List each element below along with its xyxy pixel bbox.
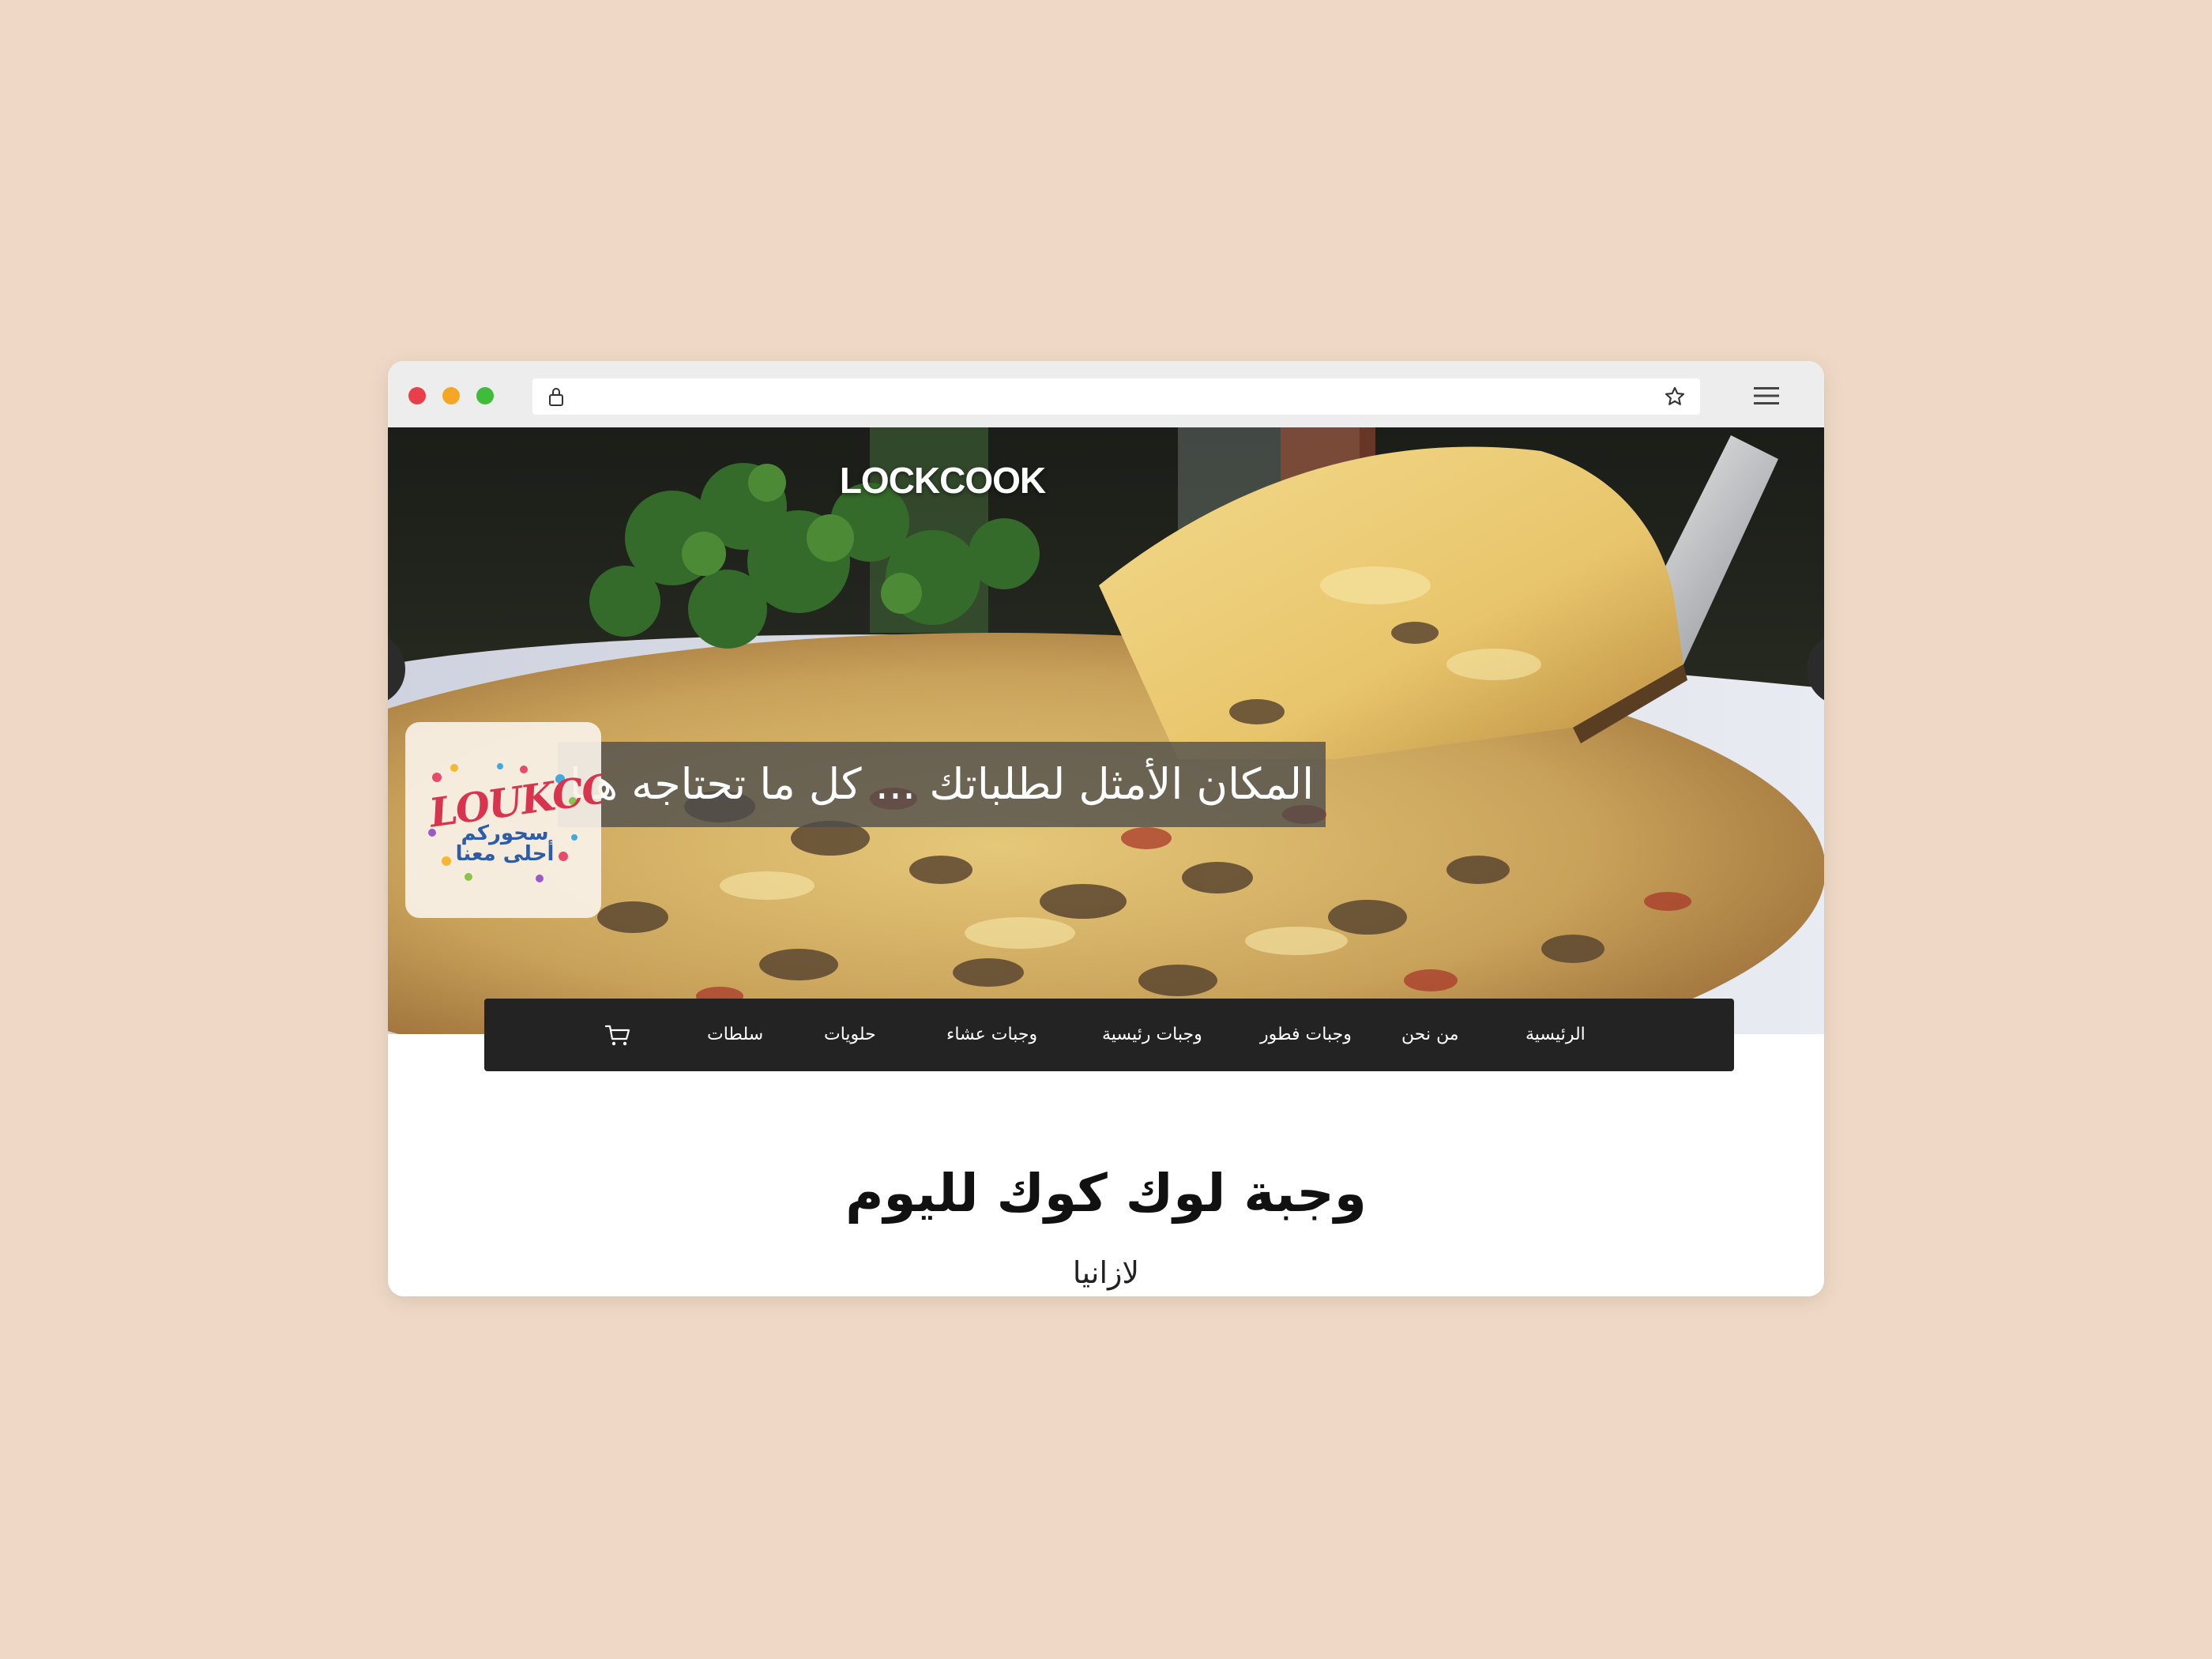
- cart-icon[interactable]: [604, 1023, 631, 1047]
- nav-item-breakfast[interactable]: وجبات فطور: [1260, 999, 1352, 1071]
- minimize-window-button[interactable]: [442, 387, 460, 404]
- hero-food-image: [388, 427, 1824, 1034]
- logo-slogan-line1: سحوركم: [461, 822, 549, 845]
- nav-item-about[interactable]: من نحن: [1401, 999, 1459, 1071]
- dish-of-day-name[interactable]: لازانيا: [388, 1255, 1824, 1290]
- nav-item-home[interactable]: الرئيسية: [1525, 999, 1586, 1071]
- browser-window: LOCKCOOK المكان الأمثل لطلباتك ... كل ما…: [388, 361, 1824, 1296]
- lock-icon: [549, 388, 563, 406]
- logo-slogan: سحوركم أحلى معنا: [442, 823, 568, 864]
- dish-of-day-heading: وجبة لوك كوك لليوم: [845, 1163, 1367, 1224]
- address-bar[interactable]: [532, 378, 1700, 415]
- hero-tagline: المكان الأمثل لطلباتك ... كل ما تحتاجه ه…: [558, 742, 1326, 827]
- close-window-button[interactable]: [408, 387, 426, 404]
- logo-slogan-line2: أحلى معنا: [455, 842, 555, 866]
- menu-icon[interactable]: [1752, 385, 1781, 407]
- nav-item-desserts[interactable]: حلويات: [824, 999, 876, 1071]
- browser-titlebar: [388, 361, 1824, 427]
- site-logo[interactable]: LOUKCOOK سحوركم أحلى معنا: [405, 722, 601, 918]
- star-icon[interactable]: [1664, 386, 1686, 408]
- maximize-window-button[interactable]: [476, 387, 494, 404]
- site-brand[interactable]: LOCKCOOK: [830, 459, 1055, 502]
- main-navigation: الرئيسية من نحن وجبات فطور وجبات رئيسية …: [484, 999, 1734, 1071]
- nav-item-salads[interactable]: سلطات: [707, 999, 763, 1071]
- hero-slider: LOCKCOOK المكان الأمثل لطلباتك ... كل ما…: [388, 427, 1824, 1034]
- nav-item-main-meals[interactable]: وجبات رئيسية: [1102, 999, 1202, 1071]
- nav-item-dinner[interactable]: وجبات عشاء: [946, 999, 1037, 1071]
